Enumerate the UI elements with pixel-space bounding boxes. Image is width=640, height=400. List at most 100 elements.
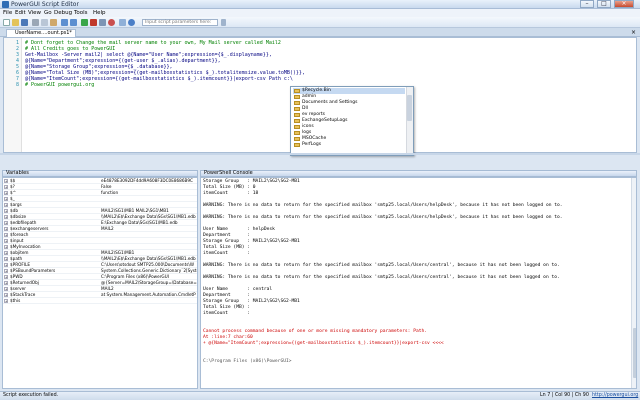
tab-script[interactable]: UserName....ount.ps1* bbox=[6, 29, 76, 37]
expand-icon[interactable]: + bbox=[4, 293, 8, 297]
console-panel-title: PowerShell Console bbox=[204, 170, 253, 176]
menu-help[interactable]: Help bbox=[93, 10, 106, 16]
folder-icon bbox=[294, 107, 300, 111]
tab-script-label: UserName....ount.ps1* bbox=[15, 30, 72, 36]
autocomplete-item-label: ExchangeSetupLogs bbox=[302, 118, 348, 123]
expand-icon[interactable]: + bbox=[4, 251, 8, 255]
autocomplete-item-label: PerfLogs bbox=[302, 142, 322, 147]
step-icon[interactable] bbox=[99, 19, 106, 26]
expand-icon[interactable]: + bbox=[4, 215, 8, 219]
folder-icon bbox=[294, 125, 300, 129]
autocomplete-item[interactable]: PerfLogs bbox=[293, 142, 405, 148]
breakpoint-icon[interactable] bbox=[108, 19, 115, 26]
expand-icon[interactable]: + bbox=[4, 227, 8, 231]
variable-name: $this bbox=[10, 298, 21, 303]
console-panel-header: PowerShell Console bbox=[200, 170, 637, 177]
variables-panel: + $$ eE4878E3092DF4dd9A608F3DC0E8686B9C + $… bbox=[2, 177, 198, 389]
title-bar: PowerGUI Script Editor – □ × bbox=[0, 0, 640, 9]
chevron-down-icon[interactable] bbox=[221, 19, 226, 26]
console-scroll-thumb[interactable] bbox=[633, 328, 636, 378]
menu-view[interactable]: View bbox=[28, 10, 41, 16]
expand-icon[interactable]: + bbox=[4, 191, 8, 195]
close-tab-icon[interactable]: × bbox=[631, 29, 636, 36]
expand-icon[interactable]: + bbox=[4, 239, 8, 243]
folder-icon bbox=[294, 89, 300, 93]
menu-file[interactable]: File bbox=[3, 10, 12, 16]
autocomplete-item-label: Documents and Settings bbox=[302, 100, 358, 105]
expand-icon[interactable]: + bbox=[4, 245, 8, 249]
console-error-line: + @{Name="ItemCount";expression={(get-ma… bbox=[203, 341, 444, 346]
line-number: 8 bbox=[15, 82, 19, 88]
folder-icon bbox=[294, 137, 300, 141]
variables-panel-title: Variables bbox=[6, 170, 29, 176]
folder-icon bbox=[294, 113, 300, 117]
copy-icon[interactable] bbox=[41, 19, 48, 26]
window-title: PowerGUI Script Editor bbox=[11, 1, 79, 8]
variable-row[interactable]: + $this bbox=[3, 298, 197, 304]
expand-icon[interactable]: + bbox=[4, 257, 8, 261]
console-line: itemCount : bbox=[203, 311, 251, 316]
folder-icon bbox=[294, 101, 300, 105]
autocomplete-item-label: icons bbox=[302, 124, 314, 129]
status-message: Script execution failed. bbox=[3, 393, 59, 398]
maximize-button[interactable]: □ bbox=[597, 0, 611, 8]
menu-debug[interactable]: Debug bbox=[54, 10, 72, 16]
cut-icon[interactable] bbox=[32, 19, 39, 26]
code-line[interactable]: # PowerGUI powergui.org bbox=[25, 82, 94, 88]
expand-icon[interactable]: + bbox=[4, 281, 8, 285]
expand-icon[interactable]: + bbox=[4, 269, 8, 273]
autocomplete-item-label: ev reports bbox=[302, 112, 325, 117]
console-line: itemCount : bbox=[203, 251, 251, 256]
expand-icon[interactable]: + bbox=[4, 287, 8, 291]
minimize-button[interactable]: – bbox=[580, 0, 594, 8]
folder-icon bbox=[294, 95, 300, 99]
stop-icon[interactable] bbox=[90, 19, 97, 26]
autocomplete-item-label: Dll bbox=[302, 106, 308, 111]
expand-icon[interactable]: + bbox=[4, 179, 8, 183]
expand-icon[interactable]: + bbox=[4, 275, 8, 279]
expand-icon[interactable]: + bbox=[4, 185, 8, 189]
document-tabs: UserName....ount.ps1* × bbox=[0, 28, 640, 37]
horizontal-splitter[interactable] bbox=[0, 153, 640, 155]
menu-go[interactable]: Go bbox=[44, 10, 52, 16]
autocomplete-item-label: logs bbox=[302, 130, 312, 135]
expand-icon[interactable]: + bbox=[4, 221, 8, 225]
cursor-position: Ln 7 | Col 90 | Ch 90 bbox=[540, 393, 589, 398]
variables-panel-header: Variables bbox=[2, 170, 198, 177]
folder-icon bbox=[294, 119, 300, 123]
powershell-console[interactable]: Storage Group : MAIL2\SG2\SG2-MB1 Total … bbox=[200, 177, 637, 389]
find-icon[interactable] bbox=[119, 19, 126, 26]
run-icon[interactable] bbox=[81, 19, 88, 26]
redo-icon[interactable] bbox=[70, 19, 77, 26]
expand-icon[interactable]: + bbox=[4, 203, 8, 207]
path-autocomplete-popup: $Recycle.Bin admin Documents and Setting… bbox=[290, 86, 414, 156]
expand-icon[interactable]: + bbox=[4, 209, 8, 213]
folder-icon bbox=[294, 131, 300, 135]
menu-edit[interactable]: Edit bbox=[15, 10, 26, 16]
console-scrollbar[interactable] bbox=[631, 178, 636, 388]
autocomplete-scrollbar[interactable] bbox=[406, 87, 413, 155]
expand-icon[interactable]: + bbox=[4, 233, 8, 237]
folder-icon bbox=[294, 143, 300, 147]
paste-icon[interactable] bbox=[50, 19, 57, 26]
expand-icon[interactable]: + bbox=[4, 197, 8, 201]
autocomplete-item-label: MSOCache bbox=[302, 136, 327, 141]
console-line: itemCount : 18 bbox=[203, 191, 259, 196]
undo-icon[interactable] bbox=[61, 19, 68, 26]
autocomplete-scroll-thumb[interactable] bbox=[407, 95, 412, 121]
script-parameters-input[interactable]: Input script parameters here: bbox=[142, 19, 218, 26]
expand-icon[interactable]: + bbox=[4, 263, 8, 267]
save-icon[interactable] bbox=[21, 19, 28, 26]
console-prompt[interactable]: C:\Program Files (x86)\PowerGUI> bbox=[203, 359, 292, 365]
new-icon[interactable] bbox=[3, 19, 10, 26]
close-button[interactable]: × bbox=[614, 0, 634, 8]
open-icon[interactable] bbox=[12, 19, 19, 26]
powergui-link[interactable]: http://powergui.org bbox=[592, 393, 638, 399]
powergui-window: PowerGUI Script Editor – □ × File Edit V… bbox=[0, 0, 640, 400]
help-icon[interactable] bbox=[128, 19, 135, 26]
autocomplete-item-label: $Recycle.Bin bbox=[302, 88, 331, 93]
status-bar: Script execution failed. Ln 7 | Col 90 |… bbox=[0, 391, 640, 400]
expand-icon[interactable]: + bbox=[4, 299, 8, 303]
menu-tools[interactable]: Tools bbox=[74, 10, 88, 16]
console-line: WARNING: There is no data to return for … bbox=[203, 215, 563, 220]
